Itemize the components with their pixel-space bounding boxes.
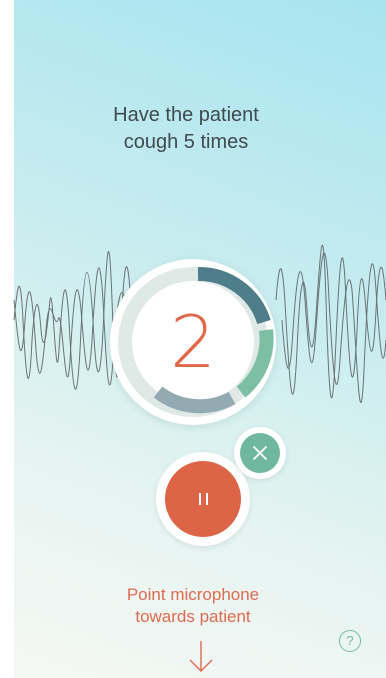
cough-counter: 2 — [170, 300, 216, 384]
pause-button[interactable] — [165, 461, 241, 537]
microphone-hint: Point microphone towards patient — [0, 584, 386, 628]
pause-icon — [199, 493, 201, 505]
hint-line-1: Point microphone — [126, 585, 260, 604]
arrow-down-icon — [189, 641, 213, 672]
close-icon — [253, 446, 267, 460]
hint-line-2: towards patient — [135, 607, 251, 626]
cancel-button[interactable] — [240, 433, 280, 473]
pause-icon-bar — [206, 493, 208, 505]
help-button[interactable]: ? — [339, 630, 361, 652]
